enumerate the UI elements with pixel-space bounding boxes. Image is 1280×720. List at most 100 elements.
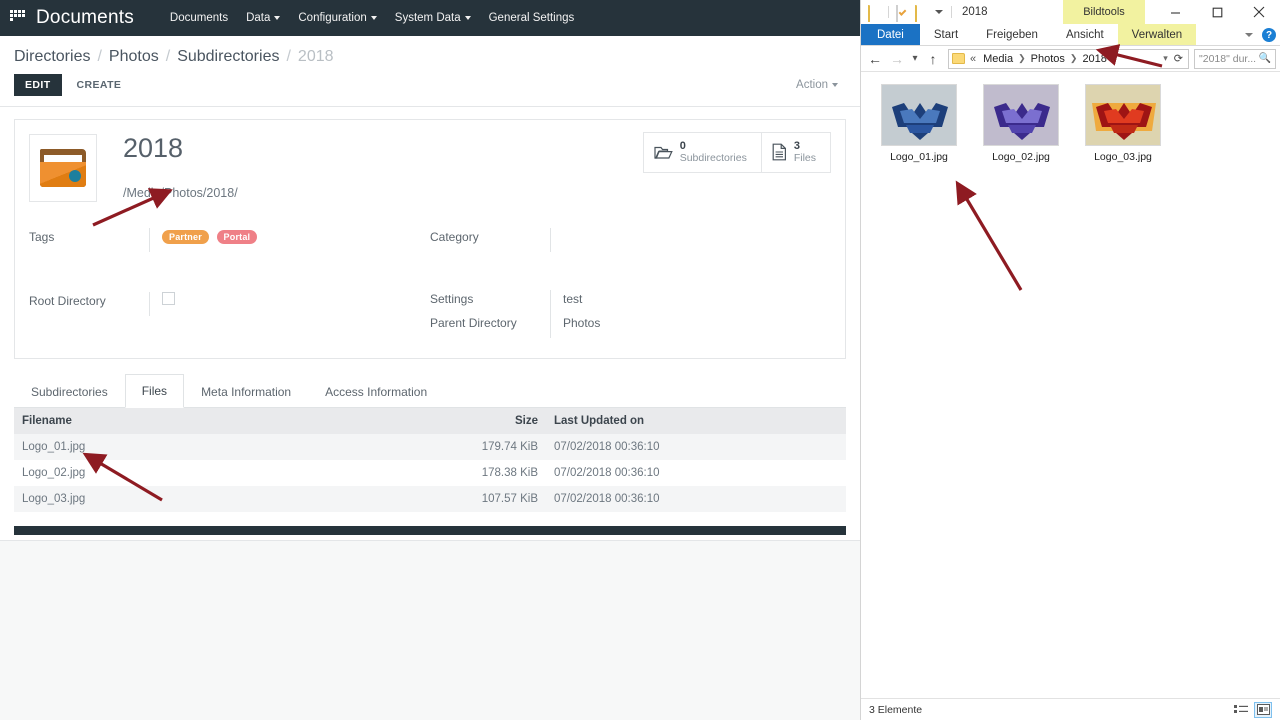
tab-meta-information[interactable]: Meta Information xyxy=(184,375,308,408)
address-bar-right: ▾ ⟳ xyxy=(1163,52,1185,65)
counter-files: 3 Files xyxy=(760,133,830,172)
explorer-file-area[interactable]: Logo_01.jpg Logo_02.jpg Logo_03.jpg xyxy=(861,76,1280,698)
nav-item-configuration[interactable]: Configuration xyxy=(298,12,377,24)
address-segment-2018[interactable]: 2018 xyxy=(1080,53,1108,65)
field-settings: Settings test xyxy=(430,290,831,314)
tab-subdirectories[interactable]: Subdirectories xyxy=(14,375,125,408)
breadcrumb-item-subdirectories[interactable]: Subdirectories xyxy=(177,48,279,66)
table-row[interactable]: Logo_03.jpg 107.57 KiB 07/02/2018 00:36:… xyxy=(14,486,846,512)
address-segment-media[interactable]: Media xyxy=(981,53,1015,65)
contextual-tab-bildtools: Bildtools xyxy=(1063,0,1145,24)
thumbnail-image xyxy=(1085,84,1161,146)
field-category-label: Category xyxy=(430,230,479,244)
list-item[interactable]: Logo_02.jpg xyxy=(979,84,1063,163)
field-root-directory-value xyxy=(149,292,430,316)
search-placeholder: "2018" dur... xyxy=(1199,52,1257,65)
create-button[interactable]: CREATE xyxy=(66,74,133,96)
field-parent-directory-label: Parent Directory xyxy=(430,316,517,330)
column-filename[interactable]: Filename xyxy=(14,408,293,434)
forward-button[interactable]: → xyxy=(887,49,907,69)
recent-locations-dropdown[interactable]: ▾ xyxy=(909,49,921,69)
table-row[interactable]: Logo_01.jpg 179.74 KiB 07/02/2018 00:36:… xyxy=(14,434,846,460)
cell-size: 107.57 KiB xyxy=(292,486,546,512)
chevron-down-icon[interactable] xyxy=(935,10,943,14)
list-item[interactable]: Logo_01.jpg xyxy=(877,84,961,163)
root-directory-checkbox[interactable] xyxy=(162,292,175,305)
logo-thumbnail-blue-icon xyxy=(882,85,956,145)
back-button[interactable]: ← xyxy=(865,49,885,69)
address-bar[interactable]: « Media ❯ Photos ❯ 2018 ▾ ⟳ xyxy=(948,48,1189,69)
list-item[interactable]: Logo_03.jpg xyxy=(1081,84,1165,163)
address-segment-photos[interactable]: Photos xyxy=(1029,53,1067,65)
nav-item-system-data[interactable]: System Data xyxy=(395,12,471,24)
field-tags-label: Tags xyxy=(29,230,55,244)
details-view-icon xyxy=(1234,704,1248,713)
detail-header: 2018 /Media/Photos/2018/ 0 Subdirectorie… xyxy=(15,120,845,202)
folder-icon[interactable] xyxy=(868,4,881,22)
ribbon-tab-datei[interactable]: Datei xyxy=(861,24,920,45)
nav-item-configuration-label: Configuration xyxy=(298,12,367,24)
counter-subdirectories-label: Subdirectories xyxy=(679,152,747,165)
tab-files[interactable]: Files xyxy=(124,374,185,408)
files-table: Filename Size Last Updated on Logo_01.jp… xyxy=(14,408,846,512)
explorer-title-bar: 2018 Bildtools xyxy=(861,0,1280,24)
directory-path: /Media/Photos/2018/ xyxy=(123,185,238,200)
field-settings-value: test xyxy=(550,290,831,314)
breadcrumb-item-directories[interactable]: Directories xyxy=(14,48,90,66)
refresh-icon[interactable]: ⟳ xyxy=(1174,52,1183,65)
table-row[interactable]: Logo_02.jpg 178.38 KiB 07/02/2018 00:36:… xyxy=(14,460,846,486)
new-folder-icon[interactable] xyxy=(915,4,928,22)
properties-icon[interactable] xyxy=(896,4,909,22)
field-category-value xyxy=(550,228,831,252)
chevron-right-icon: ❯ xyxy=(1069,53,1078,63)
windows-explorer-window: 2018 Bildtools Datei Start Freigeben Ans xyxy=(860,0,1280,720)
chevron-down-icon xyxy=(464,15,471,20)
logo-thumbnail-violet-icon xyxy=(984,85,1058,145)
details-view-button[interactable] xyxy=(1232,702,1250,718)
detail-fields-right: Category Settings test Parent Directory … xyxy=(430,228,831,346)
minimize-button[interactable] xyxy=(1154,0,1196,24)
toolbar-divider xyxy=(888,6,889,18)
nav-item-data-label: Data xyxy=(246,12,271,24)
chevron-down-icon xyxy=(832,82,838,87)
folder-icon xyxy=(40,149,86,187)
breadcrumb-item-photos[interactable]: Photos xyxy=(109,48,159,66)
ribbon-tab-ansicht[interactable]: Ansicht xyxy=(1052,24,1118,45)
tab-access-information[interactable]: Access Information xyxy=(308,375,444,408)
help-icon[interactable]: ? xyxy=(1262,28,1276,42)
edit-button[interactable]: EDIT xyxy=(14,74,62,96)
ribbon-tab-verwalten[interactable]: Verwalten xyxy=(1117,24,1197,45)
address-prefix: « xyxy=(970,52,977,65)
counter-group: 0 Subdirectories 3 Files xyxy=(642,132,831,173)
ribbon-tab-freigeben[interactable]: Freigeben xyxy=(972,24,1052,45)
ribbon-tab-start[interactable]: Start xyxy=(920,24,972,45)
counter-files-value: 3 xyxy=(793,140,800,152)
column-last-updated[interactable]: Last Updated on xyxy=(546,408,846,434)
column-size[interactable]: Size xyxy=(292,408,546,434)
chevron-down-icon[interactable]: ▾ xyxy=(1163,53,1168,64)
cell-filename: Logo_01.jpg xyxy=(14,434,293,460)
maximize-button[interactable] xyxy=(1196,0,1238,24)
app-brand-title: Documents xyxy=(36,7,134,28)
content-tabs-section: Subdirectories Files Meta Information Ac… xyxy=(14,373,846,552)
chevron-down-icon[interactable] xyxy=(1245,33,1253,37)
counter-subdirectories: 0 Subdirectories xyxy=(644,133,761,172)
large-icons-view-button[interactable] xyxy=(1254,701,1272,718)
files-table-header-row: Filename Size Last Updated on xyxy=(14,408,846,434)
action-dropdown[interactable]: Action xyxy=(796,79,846,91)
app-grid-icon[interactable] xyxy=(10,10,26,26)
item-count-label: 3 Elemente xyxy=(869,703,923,716)
tag-portal: Portal xyxy=(216,230,258,244)
thumbnail-image xyxy=(881,84,957,146)
nav-item-data[interactable]: Data xyxy=(246,12,281,24)
detail-fields: Tags Partner Portal Root Directory Categ… xyxy=(15,202,845,346)
chevron-right-icon: ❯ xyxy=(1018,53,1026,63)
view-mode-buttons xyxy=(1232,701,1272,718)
nav-item-documents[interactable]: Documents xyxy=(170,12,228,24)
nav-item-general-settings[interactable]: General Settings xyxy=(489,12,575,24)
cell-size: 178.38 KiB xyxy=(292,460,546,486)
search-input[interactable]: "2018" dur... 🔍 xyxy=(1194,48,1276,69)
up-button[interactable]: ↑ xyxy=(923,49,943,69)
breadcrumb-separator: / xyxy=(165,48,171,65)
close-button[interactable] xyxy=(1238,0,1280,24)
